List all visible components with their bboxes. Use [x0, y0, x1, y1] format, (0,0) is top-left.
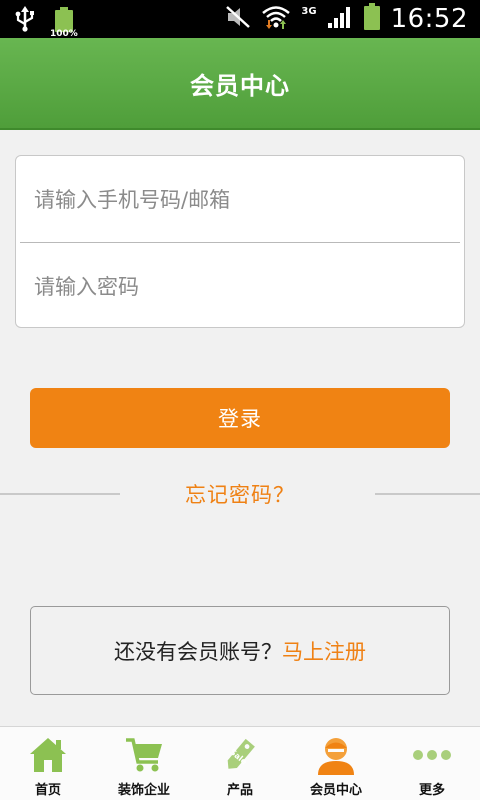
nav-label-products: 产品 — [226, 783, 253, 798]
nav-label-member-center: 会员中心 — [309, 783, 362, 798]
more-icon — [411, 735, 453, 775]
password-input[interactable]: 请输入密码 — [16, 243, 464, 329]
home-icon — [27, 735, 69, 775]
login-form: 请输入手机号码/邮箱 请输入密码 — [15, 155, 465, 328]
network-type: 3G — [301, 5, 317, 17]
nav-label-home: 首页 — [34, 783, 61, 798]
register-box[interactable]: 还没有会员账号？ 马上注册 — [30, 606, 450, 695]
nav-label-more: 更多 — [418, 783, 445, 798]
divider-right — [375, 493, 480, 495]
status-bar: 100% 3G 16:52 — [0, 0, 480, 39]
nav-item-companies[interactable]: 装饰企业 — [96, 727, 192, 800]
user-icon — [315, 735, 357, 775]
nav-item-member-center[interactable]: 会员中心 — [288, 727, 384, 800]
register-prompt: 还没有会员账号？ — [114, 639, 282, 664]
title-bar: 会员中心 — [0, 38, 480, 130]
nav-item-more[interactable]: 更多 — [384, 727, 480, 800]
mute-icon — [225, 5, 251, 33]
battery-charge-icon: 100% — [50, 7, 82, 39]
clock: 16:52 — [390, 4, 468, 34]
login-button[interactable]: 登录 — [30, 388, 450, 448]
nav-item-home[interactable]: 首页 — [0, 727, 96, 800]
sale-tag-icon: Sale — [219, 735, 261, 775]
nav-item-products[interactable]: Sale 产品 — [192, 727, 288, 800]
nav-label-companies: 装饰企业 — [117, 783, 170, 798]
forgot-password-row: 忘记密码？ — [0, 475, 480, 513]
register-link[interactable]: 马上注册 — [282, 636, 366, 666]
wifi-icon — [261, 4, 291, 34]
signal-icon — [327, 5, 353, 33]
account-input[interactable]: 请输入手机号码/邮箱 — [16, 156, 464, 242]
bottom-nav: 首页 装饰企业 Sale 产品 会员中心 更多 — [0, 726, 480, 800]
usb-icon — [14, 6, 36, 36]
cart-icon — [123, 735, 165, 775]
battery-icon — [363, 3, 381, 35]
page-title: 会员中心 — [190, 71, 290, 100]
